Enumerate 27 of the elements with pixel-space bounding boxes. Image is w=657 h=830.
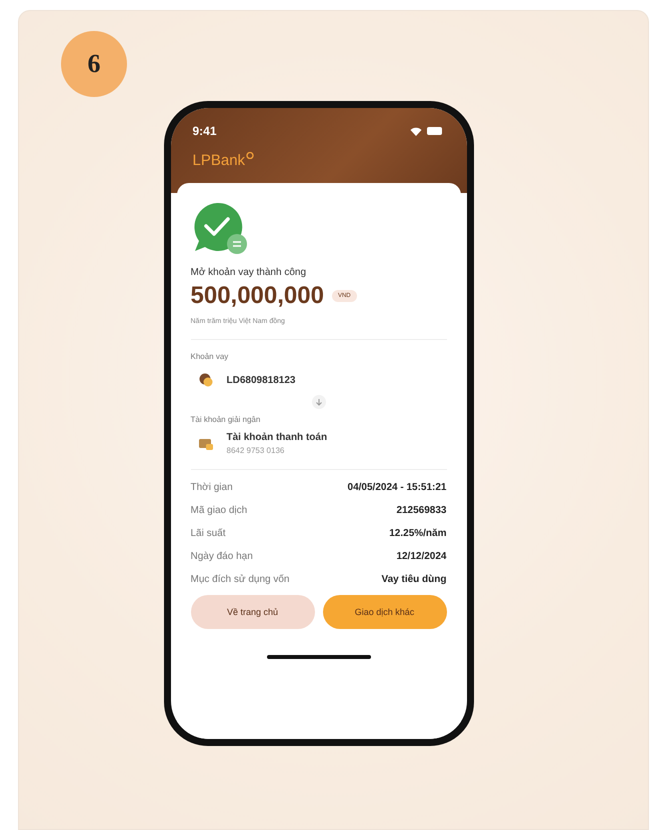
detail-value: Vay tiêu dùng (381, 574, 446, 585)
result-title: Mở khoản vay thành công (190, 267, 308, 278)
arrow-down-icon (312, 395, 326, 409)
loan-number: LD6809818123 (226, 374, 296, 386)
detail-value: 12.25%/năm (389, 528, 446, 539)
bank-logo: LPBank (192, 152, 254, 169)
section-label: Tài khoản giải ngân (190, 415, 262, 424)
section-label: Khoản vay (190, 352, 230, 361)
wifi-icon (410, 126, 422, 136)
detail-value: 212569833 (396, 505, 446, 516)
other-transaction-button[interactable]: Giao dịch khác (322, 595, 446, 629)
wallet-icon (198, 438, 212, 450)
detail-value: 12/12/2024 (396, 551, 446, 562)
detail-label: Lãi suất (190, 528, 226, 539)
account-number: 8642 9753 0136 (226, 446, 286, 455)
battery-icon (426, 127, 442, 135)
step-badge: 6 (61, 31, 127, 97)
detail-label: Thời gian (190, 482, 233, 493)
account-name: Tài khoản thanh toán (226, 432, 328, 443)
amount: 500,000,000 (190, 282, 324, 310)
detail-label: Mã giao dịch (190, 505, 248, 516)
detail-label: Ngày đáo hạn (190, 551, 253, 562)
home-button[interactable]: Về trang chủ (190, 595, 314, 629)
detail-value: 04/05/2024 - 15:51:21 (348, 482, 446, 493)
status-time: 9:41 (192, 124, 217, 138)
coin-icon (198, 373, 212, 387)
detail-label: Mục đích sử dụng vốn (190, 574, 290, 585)
